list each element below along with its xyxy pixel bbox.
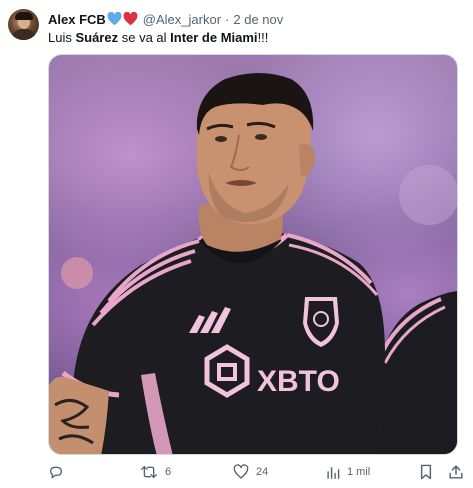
- tweet-header: Alex FCB @Alex_jarkor · 2 de nov: [48, 10, 283, 28]
- tweet-text: Luis Suárez se va al Inter de Miami!!!: [48, 30, 268, 46]
- avatar[interactable]: [8, 9, 39, 40]
- views-icon: [326, 465, 340, 479]
- like-icon: [233, 464, 249, 480]
- avatar-body: [12, 29, 36, 40]
- views-count: 1 mil: [347, 466, 371, 478]
- share-button[interactable]: [448, 462, 464, 482]
- retweet-icon: [140, 464, 158, 480]
- jersey-sponsor-text: XBTO: [257, 365, 340, 398]
- tweet[interactable]: Alex FCB @Alex_jarkor · 2 de nov Luis Su…: [0, 0, 473, 488]
- separator-dot: ·: [225, 11, 230, 27]
- retweet-count: 6: [165, 466, 172, 478]
- views-button[interactable]: 1 mil: [326, 462, 370, 482]
- like-button[interactable]: 24: [233, 462, 268, 482]
- text-part: !!!: [257, 30, 269, 45]
- share-icon: [448, 464, 464, 480]
- author-handle[interactable]: @Alex_jarkor: [143, 12, 221, 27]
- like-count: 24: [256, 466, 269, 478]
- text-part: Luis: [48, 30, 76, 45]
- bookmark-button[interactable]: [419, 462, 433, 482]
- tweet-media-image[interactable]: XBTO: [48, 54, 458, 455]
- tweet-actions: 6 24 1 mil: [48, 462, 466, 482]
- retweet-button[interactable]: 6: [140, 462, 171, 482]
- reply-button[interactable]: [48, 462, 71, 482]
- tweet-date[interactable]: 2 de nov: [233, 12, 283, 27]
- reply-icon: [48, 464, 64, 480]
- red-heart-icon: [123, 12, 138, 26]
- bookmark-icon: [419, 464, 433, 480]
- text-player-name: Suárez: [75, 30, 119, 45]
- author-name[interactable]: Alex FCB: [48, 12, 106, 27]
- text-part: se va al: [118, 30, 171, 45]
- blue-heart-icon: [107, 12, 122, 26]
- text-club-name: Inter de Miami: [170, 30, 258, 45]
- avatar-hair: [15, 12, 33, 20]
